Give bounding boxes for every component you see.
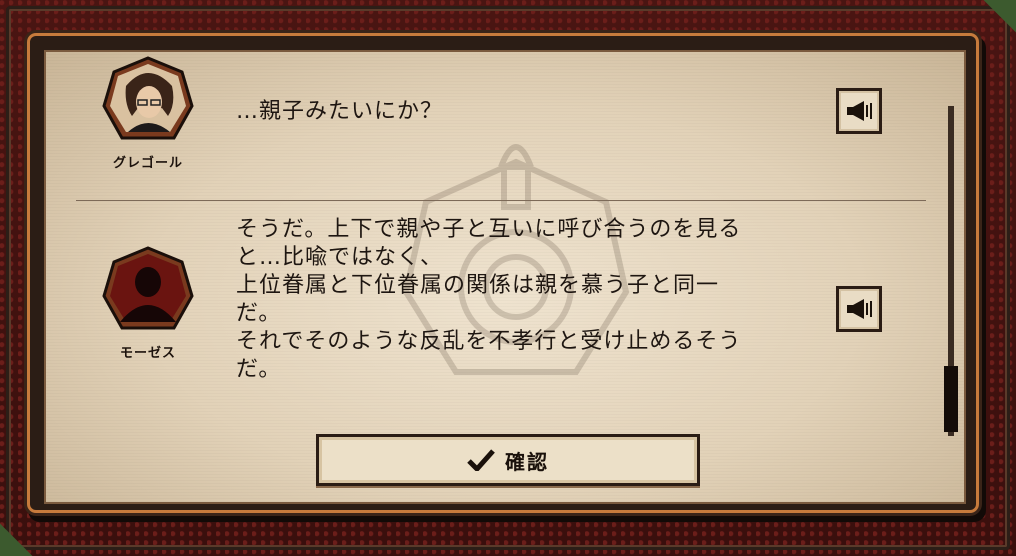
speaker-name: モーゼス xyxy=(119,346,176,361)
dialogue-text: そうだ。上下で親や子と互いに呼び合うのを見る と…比喩ではなく、 上位眷属と下位… xyxy=(236,216,741,384)
log-paper-panel: グレゴール …親子みたいにか？ モーゼス そうだ。上下で親や子と互いに呼び合うの… xyxy=(44,50,966,504)
character-portrait-icon xyxy=(102,56,194,148)
scrollbar-thumb[interactable] xyxy=(944,366,958,432)
dialogue-log-window: グレゴール …親子みたいにか？ モーゼス そうだ。上下で親や子と互いに呼び合うの… xyxy=(30,36,976,510)
speaker-block: モーゼス xyxy=(98,246,198,361)
checkmark-icon xyxy=(467,449,495,471)
entry-divider xyxy=(76,200,926,201)
dialogue-line: と…比喩ではなく、 xyxy=(236,245,444,270)
silhouette-icon xyxy=(102,246,194,338)
confirm-button[interactable]: 確認 xyxy=(316,434,700,486)
corner-decoration xyxy=(976,0,1016,40)
voice-play-button[interactable] xyxy=(836,286,882,332)
dialogue-text: …親子みたいにか？ xyxy=(236,99,444,124)
confirm-label: 確認 xyxy=(505,449,549,474)
dialogue-line: だ。 xyxy=(236,357,282,382)
dialogue-line: 上位眷属と下位眷属の関係は親を慕う子と同一 xyxy=(236,273,720,298)
dialogue-line: そうだ。上下で親や子と互いに呼び合うのを見る xyxy=(236,217,742,242)
speaker-name: グレゴール xyxy=(112,156,183,171)
dialogue-line: だ。 xyxy=(236,301,282,326)
voice-play-button[interactable] xyxy=(836,88,882,134)
corner-decoration xyxy=(0,516,40,556)
speaker-block: グレゴール xyxy=(98,56,198,171)
dialogue-line: それでそのような反乱を不孝行と受け止めるそう xyxy=(236,329,742,354)
speaker-icon xyxy=(847,101,872,121)
speaker-icon xyxy=(847,299,872,319)
